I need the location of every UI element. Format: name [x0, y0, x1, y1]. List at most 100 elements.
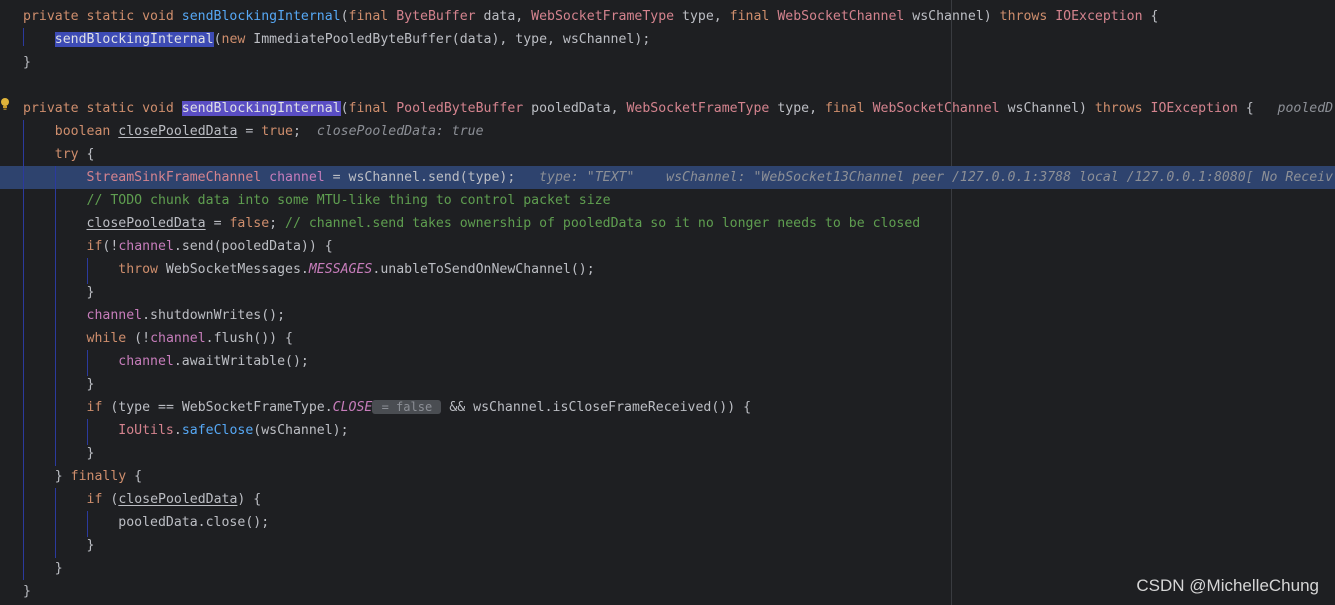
code-editor[interactable]: private static void sendBlockingInternal… [0, 0, 1335, 605]
code-token: = false [372, 400, 442, 414]
code-line[interactable]: } [0, 442, 1335, 465]
code-token: = [237, 124, 262, 139]
code-token: } [23, 377, 95, 392]
code-token: } [23, 55, 31, 70]
code-token: safeClose [181, 423, 254, 438]
code-token: && wsChannel.isCloseFrameReceived()) { [441, 400, 752, 415]
code-token: throw [118, 262, 166, 277]
line-content: if (closePooledData) { [23, 488, 262, 511]
line-content: } finally { [23, 465, 142, 488]
code-line[interactable]: closePooledData = false; // channel.send… [0, 212, 1335, 235]
code-token: ( [213, 32, 222, 47]
code-token: type: "TEXT" wsChannel: "WebSocket13Chan… [531, 170, 1334, 185]
code-line[interactable]: IoUtils.safeClose(wsChannel); [0, 419, 1335, 442]
code-line[interactable]: throw WebSocketMessages.MESSAGES.unableT… [0, 258, 1335, 281]
code-token: = [205, 216, 230, 231]
code-token: try [54, 147, 79, 162]
code-token: ; [269, 216, 286, 231]
indent-guide [55, 166, 56, 466]
code-token: } [23, 584, 31, 599]
code-token: ImmediatePooledByteBuffer(data), type, w… [253, 32, 651, 47]
line-content: } [23, 534, 95, 557]
line-content: // TODO chunk data into some MTU-like th… [23, 189, 611, 212]
code-token: if [86, 492, 103, 507]
code-line[interactable]: if(!channel.send(pooledData)) { [0, 235, 1335, 258]
code-line[interactable]: if (closePooledData) { [0, 488, 1335, 511]
code-token: } [23, 561, 63, 576]
code-token: { [1237, 101, 1270, 116]
code-token: } [23, 538, 95, 553]
line-content: closePooledData = false; // channel.send… [23, 212, 921, 235]
code-token: data, [475, 9, 532, 24]
code-token: private static void [23, 9, 182, 24]
code-token: channel [118, 354, 174, 369]
code-line[interactable]: pooledData.close(); [0, 511, 1335, 534]
code-token: .awaitWritable(); [173, 354, 309, 369]
watermark: CSDN @MichelleChung [1136, 576, 1319, 595]
line-content: channel.awaitWritable(); [23, 350, 309, 373]
code-token: .shutdownWrites(); [142, 308, 286, 323]
code-line[interactable]: sendBlockingInternal(new ImmediatePooled… [0, 28, 1335, 51]
line-content: private static void sendBlockingInternal… [23, 97, 1333, 120]
code-line[interactable]: try { [0, 143, 1335, 166]
code-line[interactable]: if (type == WebSocketFrameType.CLOSE = f… [0, 396, 1335, 419]
line-content: boolean closePooledData = true; closePoo… [23, 120, 484, 143]
code-token: ) { [237, 492, 262, 507]
code-token: .unableToSendOnNewChannel(); [372, 262, 595, 277]
code-token: WebSocketMessages. [165, 262, 309, 277]
code-token: (type == WebSocketFrameType. [102, 400, 333, 415]
code-token: IoUtils [118, 423, 174, 438]
code-line[interactable]: } [0, 373, 1335, 396]
code-token: .flush()) { [205, 331, 293, 346]
code-line[interactable]: } [0, 51, 1335, 74]
intention-bulb-icon[interactable] [0, 97, 10, 111]
code-token: IOException [1055, 9, 1143, 24]
code-token: ; [292, 124, 317, 139]
code-token: (! [126, 331, 151, 346]
code-token: .send(pooledData)) { [173, 239, 333, 254]
code-token: (! [102, 239, 119, 254]
line-content: StreamSinkFrameChannel channel = wsChann… [23, 166, 1334, 189]
code-line[interactable]: channel.awaitWritable(); [0, 350, 1335, 373]
code-token: channel [118, 239, 174, 254]
code-line[interactable]: // TODO chunk data into some MTU-like th… [0, 189, 1335, 212]
line-content: IoUtils.safeClose(wsChannel); [23, 419, 349, 442]
code-token: type, [769, 101, 825, 116]
indent-guide [87, 419, 88, 445]
code-token: final [348, 9, 397, 24]
code-line[interactable]: private static void sendBlockingInternal… [0, 5, 1335, 28]
line-content: } [23, 51, 31, 74]
code-token: (wsChannel); [253, 423, 349, 438]
indent-guide [87, 258, 88, 284]
line-content: try { [23, 143, 95, 166]
code-token: PooledByteBuffer [396, 101, 524, 116]
code-line[interactable]: channel.shutdownWrites(); [0, 304, 1335, 327]
code-token: CLOSE [332, 400, 373, 415]
code-line[interactable]: } [0, 534, 1335, 557]
indent-guide [87, 350, 88, 376]
code-line[interactable]: } [0, 281, 1335, 304]
indent-guide [23, 28, 24, 46]
code-line[interactable]: while (!channel.flush()) { [0, 327, 1335, 350]
code-line[interactable]: } [0, 580, 1335, 603]
code-token: pooledD [1269, 101, 1334, 116]
code-line[interactable] [0, 74, 1335, 97]
code-token: if [86, 400, 103, 415]
code-line[interactable]: boolean closePooledData = true; closePoo… [0, 120, 1335, 143]
code-token: while [86, 331, 127, 346]
code-line[interactable]: } [0, 557, 1335, 580]
current-code-line[interactable]: StreamSinkFrameChannel channel = wsChann… [0, 166, 1335, 189]
line-content: sendBlockingInternal(new ImmediatePooled… [23, 28, 650, 51]
code-line[interactable]: } finally { [0, 465, 1335, 488]
code-token: wsChannel) [904, 9, 1000, 24]
indent-guide [23, 120, 24, 580]
code-line[interactable]: private static void sendBlockingInternal… [0, 97, 1335, 120]
code-token: closePooledData [86, 216, 206, 231]
code-token: closePooledData: true [316, 124, 484, 139]
